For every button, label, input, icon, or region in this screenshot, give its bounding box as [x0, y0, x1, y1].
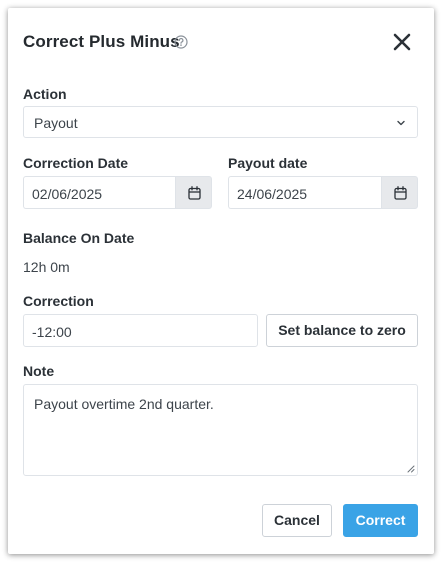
correct-plus-minus-dialog: Correct Plus Minus Action Payout Correct… [8, 8, 434, 554]
set-balance-zero-button[interactable]: Set balance to zero [266, 314, 418, 347]
balance-value: 12h 0m [23, 259, 70, 275]
chevron-down-icon [397, 120, 405, 126]
action-label: Action [23, 86, 67, 102]
note-textarea[interactable]: Payout overtime 2nd quarter. [23, 384, 418, 476]
correction-date-label: Correction Date [23, 155, 129, 171]
calendar-icon [394, 186, 407, 200]
payout-date-label: Payout date [228, 155, 308, 171]
note-label: Note [23, 363, 55, 379]
correction-date-picker: 02/06/2025 [23, 176, 212, 209]
help-icon[interactable] [174, 35, 188, 49]
action-select[interactable]: Payout [23, 106, 418, 138]
note-text: Payout overtime 2nd quarter. [34, 396, 214, 412]
payout-date-input[interactable]: 24/06/2025 [228, 176, 381, 209]
resize-handle-icon[interactable] [407, 465, 415, 473]
correction-date-value: 02/06/2025 [32, 186, 103, 202]
balance-label: Balance On Date [23, 230, 135, 246]
calendar-icon [188, 186, 201, 200]
correction-value: -12:00 [32, 324, 72, 340]
close-icon[interactable] [391, 31, 413, 53]
payout-date-calendar-button[interactable] [381, 176, 418, 209]
correction-label: Correction [23, 293, 94, 309]
payout-date-value: 24/06/2025 [237, 186, 308, 202]
correction-input[interactable]: -12:00 [23, 314, 258, 347]
dialog-title: Correct Plus Minus [23, 32, 180, 51]
correction-date-calendar-button[interactable] [175, 176, 212, 209]
cancel-button[interactable]: Cancel [262, 504, 332, 537]
action-select-value: Payout [34, 115, 78, 131]
payout-date-picker: 24/06/2025 [228, 176, 418, 209]
correct-button[interactable]: Correct [343, 504, 418, 537]
correction-date-input[interactable]: 02/06/2025 [23, 176, 175, 209]
